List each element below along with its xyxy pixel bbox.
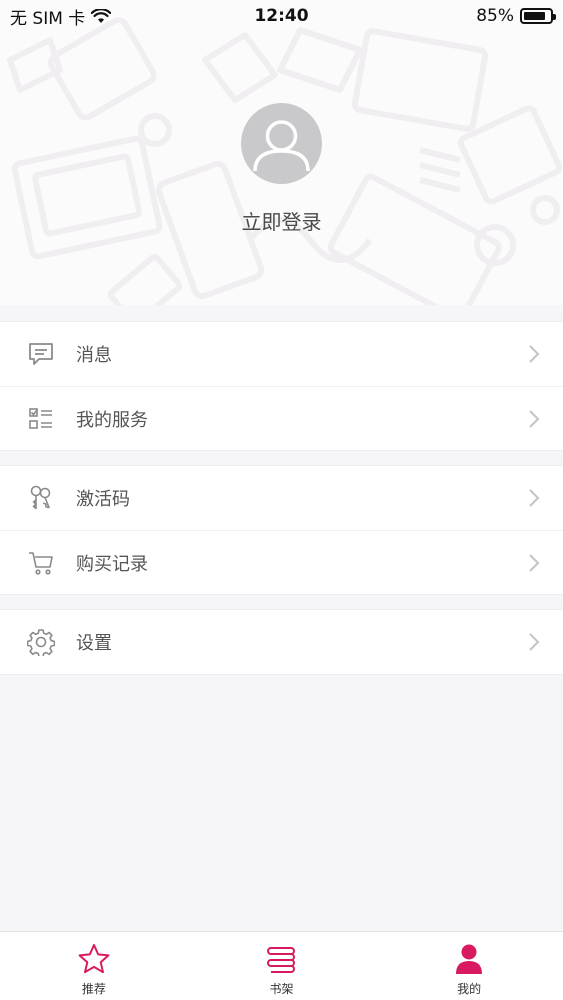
message-icon: [26, 339, 56, 369]
menu-item-activation-code[interactable]: 激活码: [0, 466, 563, 530]
chevron-right-icon: [529, 554, 540, 572]
key-icon: [26, 483, 56, 513]
profile-header: 立即登录: [0, 0, 563, 305]
chevron-right-icon: [529, 489, 540, 507]
profile-screen: 立即登录 无 SIM 卡 12:40 85% 消息 我的服务 激活码 购买记录 …: [0, 0, 563, 1000]
battery-fill: [524, 12, 546, 20]
menu-item-label: 激活码: [76, 489, 130, 510]
menu-item-label: 消息: [76, 345, 112, 366]
bookshelf-icon: [264, 941, 300, 977]
wifi-icon: [91, 8, 112, 23]
menu-item-settings[interactable]: 设置: [0, 610, 563, 674]
menu-group-2: 激活码 购买记录: [0, 465, 563, 595]
menu-group-1: 消息 我的服务: [0, 321, 563, 451]
tab-label: 我的: [457, 982, 482, 996]
avatar[interactable]: [241, 103, 322, 184]
chevron-right-icon: [529, 633, 540, 651]
battery-icon: [520, 8, 556, 24]
menu-item-purchase-history[interactable]: 购买记录: [0, 530, 563, 594]
menu-group-3: 设置: [0, 609, 563, 675]
login-link[interactable]: 立即登录: [0, 206, 563, 235]
tab-bookshelf[interactable]: 书架: [188, 932, 376, 1000]
gear-icon: [26, 627, 56, 657]
menu-item-label: 购买记录: [76, 553, 148, 575]
chevron-right-icon: [529, 410, 540, 428]
status-right: 85%: [476, 6, 556, 26]
battery-percent: 85%: [476, 6, 514, 26]
tab-label: 推荐: [81, 982, 106, 996]
menu-item-my-services[interactable]: 我的服务: [0, 386, 563, 450]
chevron-right-icon: [529, 345, 540, 363]
tab-label: 书架: [269, 982, 294, 996]
cart-icon: [26, 548, 56, 578]
status-bar: 无 SIM 卡 12:40 85%: [0, 0, 563, 32]
tab-mine[interactable]: 我的: [375, 932, 563, 1000]
avatar-placeholder-icon: [253, 120, 310, 172]
status-left: 无 SIM 卡: [10, 4, 112, 29]
menu-item-messages[interactable]: 消息: [0, 322, 563, 386]
star-icon: [76, 941, 112, 977]
tab-recommend[interactable]: 推荐: [0, 932, 188, 1000]
menu-item-label: 设置: [76, 633, 112, 654]
carrier-label: 无 SIM 卡: [10, 8, 86, 29]
menu-item-label: 我的服务: [76, 409, 148, 431]
user-icon: [451, 941, 487, 977]
service-list-icon: [26, 404, 56, 434]
tab-bar: 推荐 书架 我的: [0, 931, 563, 1000]
